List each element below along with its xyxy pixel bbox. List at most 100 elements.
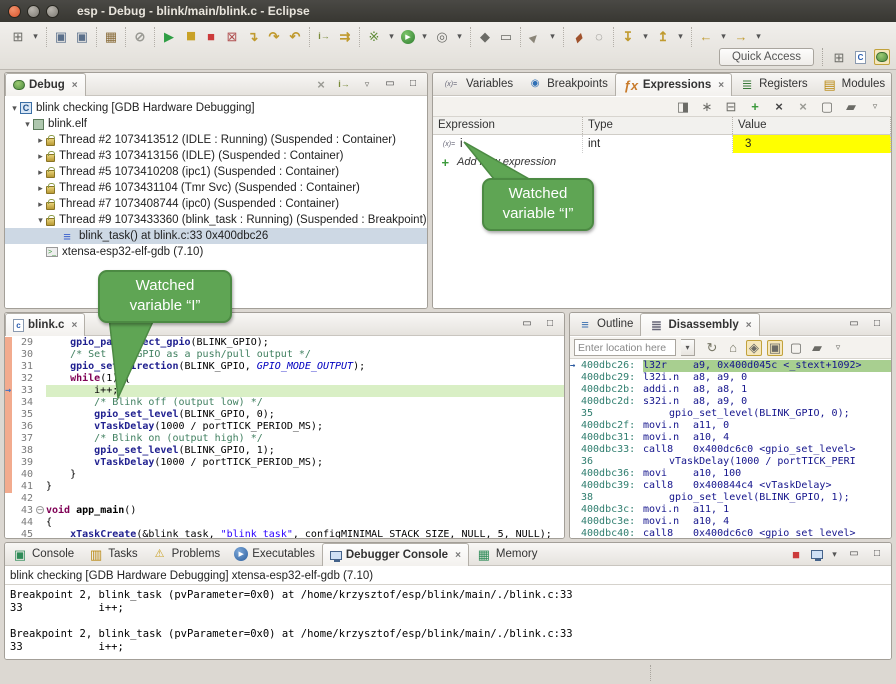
code-line[interactable]: 29 gpio_pad_select_gpio(BLINK_GPIO); [5, 337, 564, 349]
maximize-icon[interactable]: □ [542, 316, 558, 332]
line-number[interactable]: 39 [12, 457, 36, 469]
column-header-value[interactable]: Value [733, 117, 891, 134]
quick-access-button[interactable]: Quick Access [719, 48, 814, 66]
debug-tree-row[interactable]: >_xtensa-esp32-elf-gdb (7.10) [5, 244, 427, 260]
pin-view-icon[interactable]: ▰ [809, 340, 825, 356]
resume-icon[interactable]: ▶ [161, 29, 177, 45]
new-wizard-icon[interactable]: ⊞ [10, 29, 26, 45]
disassembly-line[interactable]: 36vTaskDelay(1000 / portTICK_PERI [570, 456, 891, 468]
code-line[interactable]: 30 /* Set the GPIO as a push/pull output… [5, 349, 564, 361]
line-number[interactable]: 44 [12, 517, 36, 529]
fold-minus-icon[interactable]: – [36, 506, 44, 514]
line-number[interactable]: 36 [12, 421, 36, 433]
open-type-icon[interactable]: ◆ [477, 29, 493, 45]
debug-tree-row[interactable]: ▸Thread #5 1073410208 (ipc1) (Suspended … [5, 164, 427, 180]
disassembly-line[interactable]: 400dbc3e:movi.na10, 4 [570, 516, 891, 528]
expander-collapsed-icon[interactable]: ▸ [35, 199, 46, 210]
code-line[interactable]: 41} [5, 481, 564, 493]
line-number[interactable]: 31 [12, 361, 36, 373]
code-line[interactable]: 34 /* Blink off (output low) */ [5, 397, 564, 409]
debug-tree-row[interactable]: ▸Thread #6 1073431104 (Tmr Svc) (Suspend… [5, 180, 427, 196]
dropdown-icon[interactable]: ▾ [719, 29, 728, 45]
minimize-icon[interactable]: ▭ [519, 316, 535, 332]
track-pc-icon[interactable]: ▣ [767, 340, 783, 356]
tab-outline[interactable]: ≡Outline [570, 313, 640, 335]
column-header-expression[interactable]: Expression [433, 117, 583, 134]
skip-all-breakpoints-icon[interactable]: ⊘ [132, 29, 148, 45]
open-resource-icon[interactable]: ▭ [498, 29, 514, 45]
next-annotation-icon[interactable]: ↧ [620, 29, 636, 45]
tab-close-icon[interactable]: × [746, 320, 752, 331]
step-over-icon[interactable]: ↷ [266, 29, 282, 45]
new-view-icon[interactable]: ▢ [819, 99, 835, 115]
debug-tree-row[interactable]: ▾blink.elf [5, 116, 427, 132]
show-type-names-icon[interactable]: ◨ [675, 99, 691, 115]
disconnect-icon[interactable]: ⊠ [224, 29, 240, 45]
pin-view-icon[interactable]: ▰ [843, 99, 859, 115]
forward-icon[interactable]: → [733, 29, 749, 45]
tab-memory[interactable]: ▦Memory [469, 543, 545, 565]
tab-tasks[interactable]: ▥Tasks [81, 543, 144, 565]
display-console-icon[interactable] [811, 550, 823, 559]
step-into-icon[interactable]: ↴ [245, 29, 261, 45]
line-number[interactable]: 29 [12, 337, 36, 349]
line-number[interactable]: 43 [12, 505, 36, 517]
tab-blink-c[interactable]: c blink.c × [5, 313, 85, 336]
line-number[interactable]: 45 [12, 529, 36, 538]
view-menu-icon[interactable]: ▿ [867, 99, 883, 115]
new-view-icon[interactable]: ▢ [788, 340, 804, 356]
show-logical-structure-icon[interactable]: ∗ [699, 99, 715, 115]
code-line[interactable]: →33 i++; [5, 385, 564, 397]
code-line[interactable]: 36 vTaskDelay(1000 / portTICK_PERIOD_MS)… [5, 421, 564, 433]
disassembly-line[interactable]: 400dbc2f:movi.na11, 0 [570, 420, 891, 432]
tab-close-icon[interactable]: × [71, 320, 77, 331]
code-line[interactable]: 35 gpio_set_level(BLINK_GPIO, 0); [5, 409, 564, 421]
tab-debug[interactable]: Debug × [5, 73, 86, 96]
disassembly-line[interactable]: 400dbc2d:s32i.na8, a9, 0 [570, 396, 891, 408]
code-line[interactable]: 43–void app_main() [5, 505, 564, 517]
location-dropdown-icon[interactable]: ▾ [681, 339, 695, 356]
open-perspective-icon[interactable]: ⊞ [831, 49, 847, 65]
add-expression-icon[interactable]: + [747, 99, 763, 115]
maximize-icon[interactable]: □ [405, 76, 421, 92]
dropdown-icon[interactable]: ▾ [676, 29, 685, 45]
line-number[interactable]: 35 [12, 409, 36, 421]
bug-icon[interactable] [876, 52, 888, 62]
code-line[interactable]: 40 } [5, 469, 564, 481]
tab-registers[interactable]: ≣Registers [732, 73, 815, 95]
previous-annotation-icon[interactable]: ↥ [655, 29, 671, 45]
brush-icon[interactable]: ▰ [567, 25, 590, 48]
debug-tree-row[interactable]: ▸Thread #7 1073408744 (ipc0) (Suspended … [5, 196, 427, 212]
dropdown-icon[interactable]: ▾ [387, 29, 396, 45]
tab-console[interactable]: ▣Console [5, 543, 81, 565]
remove-all-expressions-icon[interactable]: × [795, 99, 811, 115]
disassembly-listing[interactable]: →400dbc26:l32ra9, 0x400d045c <_stext+109… [570, 359, 891, 538]
debug-icon[interactable]: ※ [366, 29, 382, 45]
home-icon[interactable]: ⌂ [725, 340, 741, 356]
code-line[interactable]: 45 xTaskCreate(&blink_task, "blink_task"… [5, 529, 564, 538]
line-number[interactable]: 38 [12, 445, 36, 457]
tab-debugger-console[interactable]: Debugger Console× [322, 543, 469, 566]
dropdown-icon[interactable]: ▾ [548, 29, 557, 45]
code-line[interactable]: 42 [5, 493, 564, 505]
minimize-icon[interactable]: ▭ [382, 76, 398, 92]
dropdown-icon[interactable]: ▾ [641, 29, 650, 45]
save-icon[interactable]: ▣ [53, 29, 69, 45]
disassembly-line[interactable]: →400dbc26:l32ra9, 0x400d045c <_stext+109… [570, 360, 891, 372]
view-menu-icon[interactable]: ▿ [830, 340, 846, 356]
location-input[interactable] [574, 339, 676, 356]
disassembly-line[interactable]: 400dbc33:call80x400dc6c0 <gpio_set_level… [570, 444, 891, 456]
disassembly-line[interactable]: 400dbc36:movia10, 100 [570, 468, 891, 480]
minimize-icon[interactable]: ▭ [846, 546, 862, 562]
dropdown-icon[interactable]: ▾ [31, 29, 40, 45]
line-number[interactable]: 37 [12, 433, 36, 445]
disassembly-line[interactable]: 400dbc40:call80x400dc6c0 <gpio_set_level… [570, 528, 891, 538]
instruction-stepping-icon[interactable]: i→ [316, 29, 332, 45]
tab-disassembly[interactable]: ≣Disassembly× [640, 313, 759, 336]
disassembly-line[interactable]: 400dbc2b:addi.na8, a8, 1 [570, 384, 891, 396]
debug-tree-row[interactable]: ▾Thread #9 1073433360 (blink_task : Runn… [5, 212, 427, 228]
save-all-icon[interactable]: ▣ [74, 29, 90, 45]
debug-tree-row[interactable]: ▸Thread #3 1073413156 (IDLE) (Suspended … [5, 148, 427, 164]
debug-tree-row[interactable]: ≡blink_task() at blink.c:33 0x400dbc26 [5, 228, 427, 244]
dropdown-icon[interactable]: ▾ [830, 546, 839, 562]
